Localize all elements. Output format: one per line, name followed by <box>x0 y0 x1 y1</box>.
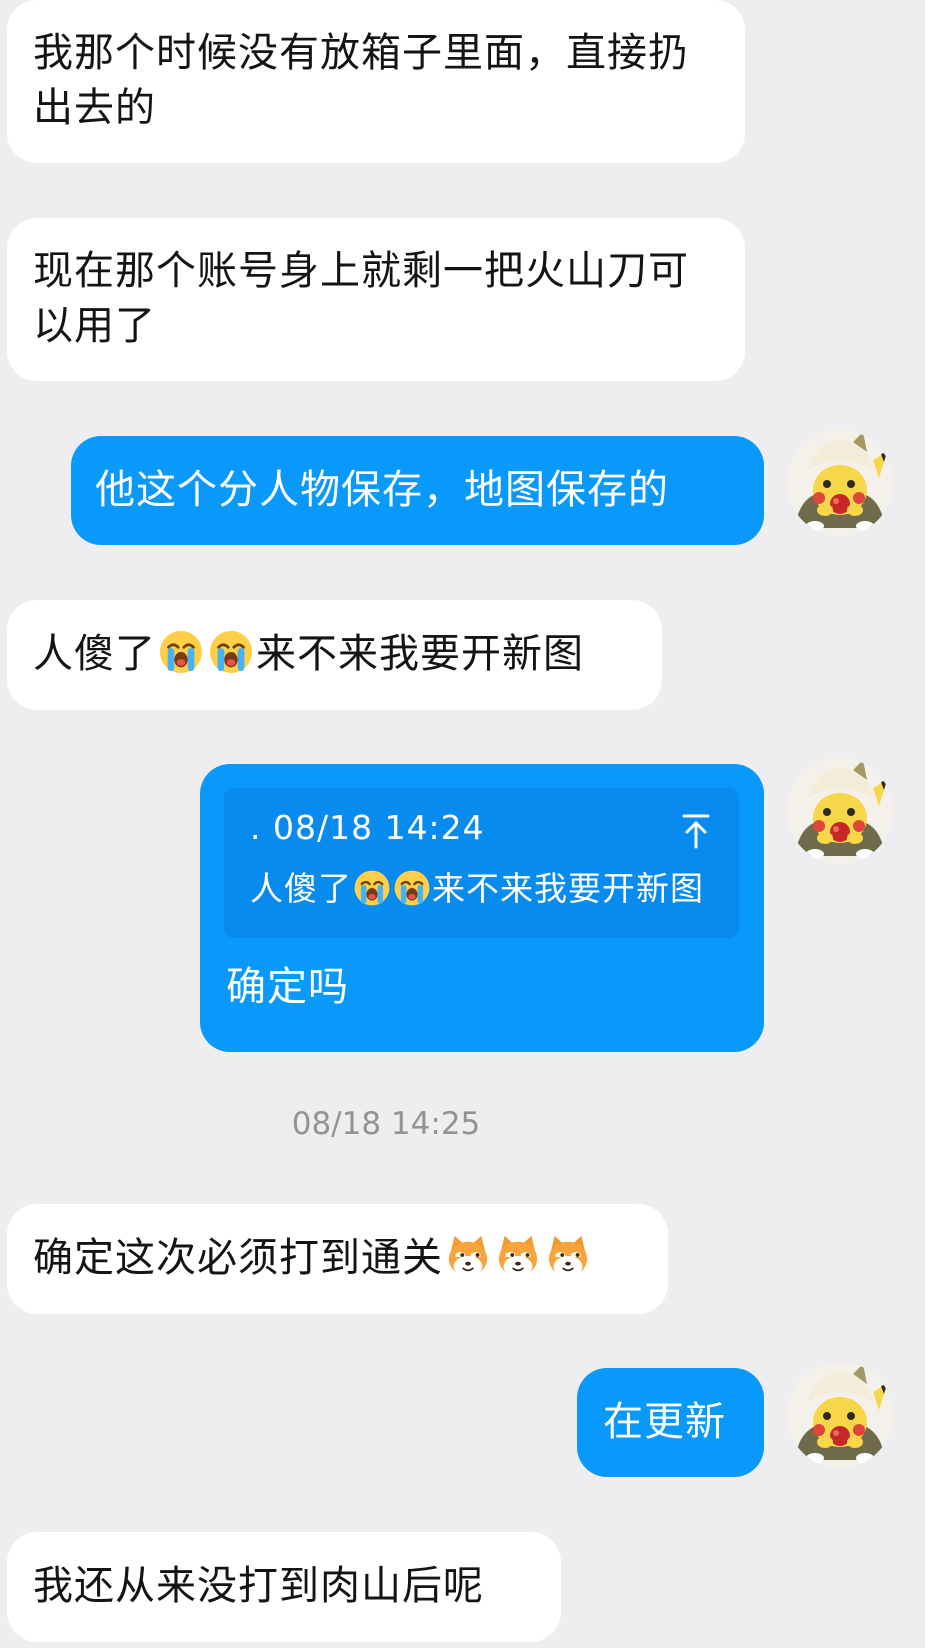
avatar[interactable] <box>787 758 893 864</box>
pikachu-eating-avatar-icon <box>787 430 893 536</box>
loudly-crying-face-emoji-icon <box>393 869 431 907</box>
message-bubble-incoming[interactable]: 确定这次必须打到通关 <box>7 1204 668 1314</box>
message-text: 确定这次必须打到通关 <box>33 1235 443 1281</box>
message-text: 我还从来没打到肉山后呢 <box>33 1563 484 1609</box>
quoted-message[interactable]: . 08/18 14:24 人傻了 来不来我要开新图 <box>224 788 739 938</box>
avatar[interactable] <box>787 1362 893 1468</box>
quoted-text-part: 来不来我要开新图 <box>432 869 704 908</box>
message-text: 他这个分人物保存，地图保存的 <box>95 467 669 513</box>
message-bubble-outgoing[interactable]: 他这个分人物保存，地图保存的 <box>71 436 764 545</box>
pikachu-eating-avatar-icon <box>787 758 893 864</box>
timestamp-divider: 08/18 14:25 <box>291 1106 481 1142</box>
message-text: 现在那个账号身上就剩一把火山刀可以用了 <box>33 248 689 349</box>
message-bubble-incoming[interactable]: 人傻了 来不来我要开新图 <box>7 600 662 710</box>
pikachu-eating-avatar-icon <box>787 1362 893 1468</box>
smirking-dog-emoji-icon <box>547 1235 589 1278</box>
message-bubble-incoming[interactable]: 现在那个账号身上就剩一把火山刀可以用了 <box>7 218 745 381</box>
chat-view[interactable]: 我那个时候没有放箱子里面，直接扔出去的 现在那个账号身上就剩一把火山刀可以用了 … <box>0 0 925 1648</box>
smirking-dog-emoji-icon <box>447 1235 489 1278</box>
message-text: 确定吗 <box>226 964 349 1010</box>
quote-sender-time: . 08/18 14:24 <box>250 808 485 847</box>
loudly-crying-face-emoji-icon <box>208 629 254 675</box>
message-text: 来不来我要开新图 <box>256 631 584 677</box>
arrow-up-to-top-icon[interactable] <box>681 812 711 850</box>
message-bubble-incoming[interactable]: 我那个时候没有放箱子里面，直接扔出去的 <box>7 0 745 163</box>
loudly-crying-face-emoji-icon <box>353 869 391 907</box>
loudly-crying-face-emoji-icon <box>158 629 204 675</box>
smirking-dog-emoji-icon <box>497 1235 539 1278</box>
message-text: 人傻了 <box>33 631 156 677</box>
quoted-text-part: 人傻了 <box>250 869 352 908</box>
message-bubble-incoming[interactable]: 我还从来没打到肉山后呢 <box>7 1532 561 1642</box>
message-bubble-outgoing[interactable]: 在更新 <box>577 1368 764 1477</box>
avatar[interactable] <box>787 430 893 536</box>
message-bubble-outgoing-reply[interactable]: . 08/18 14:24 人傻了 来不来我要开新图 确定吗 <box>200 764 764 1052</box>
quoted-text: 人傻了 来不来我要开新图 <box>250 868 713 910</box>
message-text: 我那个时候没有放箱子里面，直接扔出去的 <box>33 30 689 131</box>
message-text: 在更新 <box>603 1399 726 1445</box>
